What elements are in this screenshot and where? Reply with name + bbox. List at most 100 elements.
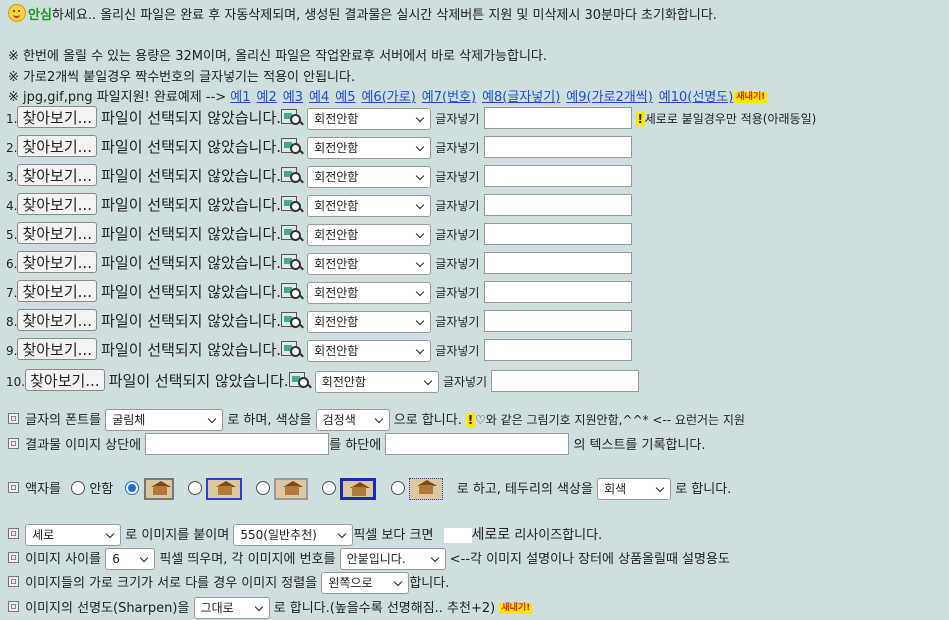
- magnifier-icon[interactable]: [281, 136, 304, 156]
- magnifier-icon[interactable]: [281, 310, 304, 330]
- top-text-input[interactable]: [145, 433, 330, 455]
- browse-button[interactable]: 찾아보기...: [17, 135, 97, 157]
- row-number: 9.: [6, 344, 18, 358]
- browse-button[interactable]: 찾아보기...: [17, 106, 97, 128]
- align-row-suffix: 합니다.: [409, 576, 450, 591]
- note-even: ※ 가로2개씩 붙일경우 짝수번호의 글자넣기는 적용이 안됩니다.: [8, 70, 356, 85]
- numbering-select[interactable]: 안붙입니다.: [339, 548, 446, 570]
- bullet-icon: [8, 601, 19, 612]
- text-input[interactable]: [483, 136, 632, 158]
- file-row: 5. 찾아보기... 파일이 선택되지 않았습니다. 회전안함 글자넣기: [6, 222, 632, 246]
- rotate-select[interactable]: 회전안함: [314, 371, 439, 393]
- example-link-5[interactable]: 예5: [335, 90, 355, 105]
- file-row: 1. 찾아보기... 파일이 선택되지 않았습니다. 회전안함 글자넣기 ! 세로로…: [6, 106, 816, 130]
- gap-row-label: 이미지 사이를: [25, 552, 102, 567]
- magnifier-icon[interactable]: [281, 223, 304, 243]
- text-input[interactable]: [483, 339, 632, 361]
- frame-preview-3: [274, 478, 309, 500]
- color-select[interactable]: 검정색: [315, 409, 390, 431]
- text-label: 글자넣기: [435, 286, 480, 300]
- no-file-text: 파일이 선택되지 않았습니다.: [101, 283, 282, 301]
- width-select[interactable]: 550(일반추천): [233, 524, 354, 546]
- frame-option-4-radio[interactable]: [322, 481, 337, 495]
- bullet-icon: [8, 438, 19, 449]
- browse-button[interactable]: 찾아보기...: [17, 164, 97, 186]
- warning-icon: !: [635, 112, 645, 126]
- text-input[interactable]: [491, 370, 640, 392]
- bullet-icon: [8, 528, 19, 539]
- magnifier-icon[interactable]: [281, 165, 304, 185]
- intro-line: 안심하세요.. 올리신 파일은 완료 후 자동삭제되며, 생성된 결과물은 실시…: [8, 4, 717, 23]
- no-file-text: 파일이 선택되지 않았습니다.: [101, 225, 282, 243]
- align-row: 이미지들의 가로 크기가 서로 다를 경우 이미지 정렬을 왼쪽으로 합니다.: [8, 572, 449, 594]
- text-input[interactable]: [483, 281, 632, 303]
- browse-button[interactable]: 찾아보기...: [17, 251, 97, 273]
- sharpen-select[interactable]: 그대로: [193, 597, 270, 619]
- rotate-select[interactable]: 회전안함: [307, 108, 432, 130]
- frame-row: 액자를 안함 로 하고, 테두리의 색상을 회색 로 합니다.: [8, 478, 731, 500]
- rotate-select[interactable]: 회전안함: [307, 224, 432, 246]
- text-label: 글자넣기: [442, 375, 488, 389]
- gap-select[interactable]: 6: [105, 548, 156, 570]
- browse-button[interactable]: 찾아보기...: [17, 193, 97, 215]
- rotate-select[interactable]: 회전안함: [307, 282, 432, 304]
- text-input[interactable]: [483, 194, 632, 216]
- example-link-10[interactable]: 예10(선명도): [659, 90, 734, 105]
- direction-select[interactable]: 세로: [25, 524, 122, 546]
- frame-option-2-radio[interactable]: [187, 481, 202, 495]
- font-select[interactable]: 굴림체: [105, 409, 224, 431]
- frame-option-1-radio[interactable]: [125, 481, 140, 495]
- example-link-7[interactable]: 예7(번호): [422, 90, 476, 105]
- example-link-6[interactable]: 예6(가로): [361, 90, 415, 105]
- magnifier-icon[interactable]: [281, 252, 304, 272]
- browse-button[interactable]: 찾아보기...: [17, 338, 97, 360]
- font-row: 글자의 폰트를 굴림체 로 하며, 색상을 검정색 으로 합니다. ! ♡와 같은…: [8, 409, 745, 431]
- magnifier-icon[interactable]: [281, 281, 304, 301]
- layout-row-mid2: 픽셀 보다 크면: [353, 528, 434, 543]
- rotate-select[interactable]: 회전안함: [307, 253, 432, 275]
- text-input[interactable]: [483, 310, 632, 332]
- examples-prefix: ※ jpg,gif,png 파일지원! 완료예제 -->: [8, 90, 227, 105]
- bottom-text-input[interactable]: [385, 433, 570, 455]
- text-input[interactable]: [483, 165, 632, 187]
- example-link-8[interactable]: 예8(글자넣기): [482, 90, 560, 105]
- frame-row-label: 액자를: [25, 482, 62, 497]
- text-input[interactable]: [483, 252, 632, 274]
- rotate-select[interactable]: 회전안함: [307, 137, 432, 159]
- gap-row: 이미지 사이를 6 픽셀 띄우며, 각 이미지에 번호를 안붙입니다. <--각…: [8, 548, 730, 570]
- magnifier-icon[interactable]: [281, 339, 304, 359]
- text-input[interactable]: [483, 223, 632, 245]
- example-link-4[interactable]: 예4: [309, 90, 329, 105]
- rotate-select[interactable]: 회전안함: [307, 311, 432, 333]
- magnifier-icon[interactable]: [281, 194, 304, 214]
- file-row: 8. 찾아보기... 파일이 선택되지 않았습니다. 회전안함 글자넣기: [6, 309, 632, 333]
- frame-option-3-radio[interactable]: [255, 481, 270, 495]
- magnifier-icon[interactable]: [288, 370, 312, 390]
- rotate-select[interactable]: 회전안함: [307, 195, 432, 217]
- text-label: 글자넣기: [435, 199, 480, 213]
- text-input[interactable]: [483, 107, 632, 129]
- intro-text: 하세요.. 올리신 파일은 완료 후 자동삭제되며, 생성된 결과물은 실시간 …: [51, 8, 717, 23]
- no-file-text: 파일이 선택되지 않았습니다.: [101, 196, 282, 214]
- border-color-select[interactable]: 회색: [597, 478, 672, 500]
- font-row-label: 글자의 폰트를: [25, 413, 102, 428]
- example-link-3[interactable]: 예3: [283, 90, 303, 105]
- browse-button[interactable]: 찾아보기...: [17, 222, 97, 244]
- rotate-select[interactable]: 회전안함: [307, 340, 432, 362]
- layout-row: 세로 로 이미지를 붙이며 550(일반추천) 픽셀 보다 크면 세로로 리사이즈…: [8, 524, 602, 546]
- frame-none-radio[interactable]: [71, 481, 86, 495]
- file-row: 6. 찾아보기... 파일이 선택되지 않았습니다. 회전안함 글자넣기: [6, 251, 632, 275]
- magnifier-icon[interactable]: [281, 107, 304, 127]
- example-link-9[interactable]: 예9(가로2개씩): [566, 90, 653, 105]
- text-label: 글자넣기: [435, 141, 480, 155]
- browse-button[interactable]: 찾아보기...: [25, 369, 105, 391]
- frame-option-5-radio[interactable]: [390, 481, 405, 495]
- rotate-select[interactable]: 회전안함: [307, 166, 432, 188]
- browse-button[interactable]: 찾아보기...: [17, 280, 97, 302]
- warning-icon: !: [466, 413, 475, 427]
- browse-button[interactable]: 찾아보기...: [17, 309, 97, 331]
- caption-row-label: 결과물 이미지 상단에: [25, 438, 142, 453]
- align-select[interactable]: 왼쪽으로: [321, 572, 410, 594]
- example-link-1[interactable]: 예1: [230, 90, 250, 105]
- example-link-2[interactable]: 예2: [257, 90, 277, 105]
